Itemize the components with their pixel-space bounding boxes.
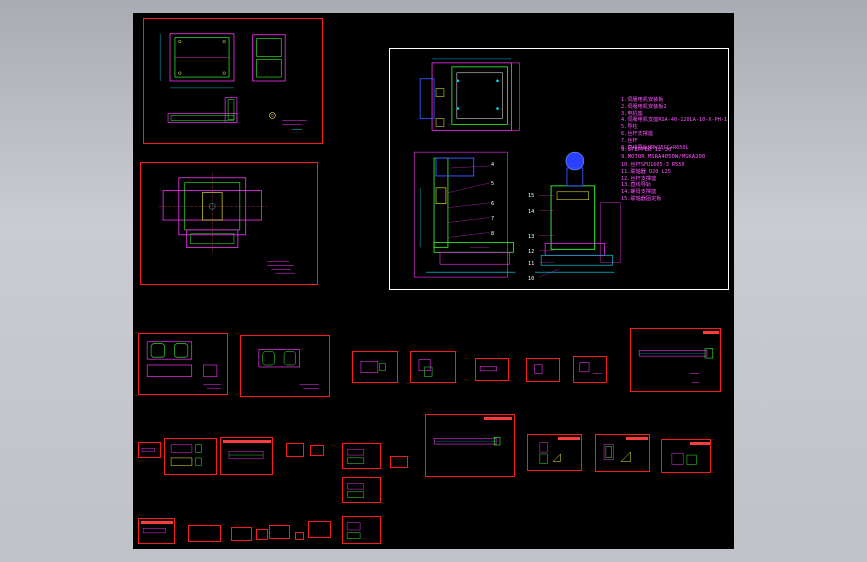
drawing-sheet-detail-p[interactable] — [595, 434, 650, 472]
drawing-sheet-base-part[interactable] — [140, 162, 318, 285]
callout-right: 13 — [528, 234, 535, 240]
lower-note: 11.联轴器 D20 L25 — [621, 168, 671, 175]
base-part-graphic — [159, 172, 295, 274]
detail-r-graphic — [346, 483, 365, 498]
detail-f-graphic — [534, 364, 543, 374]
rod-graphic — [433, 436, 501, 446]
drawing-sheet-detail-i[interactable] — [164, 438, 217, 475]
drawing-sheet-shaft[interactable] — [630, 328, 721, 392]
drawing-sheet-detail-x[interactable] — [269, 525, 290, 539]
detail-p-graphic — [603, 444, 631, 462]
drawing-sheet-detail-b[interactable] — [240, 335, 330, 397]
detail-t-graphic — [142, 528, 166, 534]
detail-s-graphic — [346, 522, 361, 539]
callout-right: 15 — [528, 193, 535, 199]
assembly-note: 7.丝杆 — [621, 137, 638, 144]
drawing-sheet-detail-h[interactable] — [138, 442, 161, 458]
callout-right: 10 — [528, 276, 535, 282]
drawing-sheet-detail-n[interactable] — [390, 456, 408, 468]
drawing-sheet-detail-f[interactable] — [526, 358, 560, 382]
drawing-sheet-detail-q[interactable] — [661, 439, 711, 473]
drawing-sheet-detail-v[interactable] — [231, 527, 252, 541]
drawing-sheet-plan-views[interactable] — [143, 18, 323, 144]
drawing-sheet-detail-l[interactable] — [310, 445, 324, 456]
drawing-sheet-detail-s[interactable] — [342, 516, 381, 544]
callout-right: 14 — [528, 209, 535, 215]
lower-note: 15.联轴器固定板 — [621, 195, 662, 202]
detail-q-graphic — [671, 452, 697, 465]
detail-d-graphic — [418, 359, 433, 377]
lower-notes: 10.丝杆SFU1605-3 R550 11.联轴器 D20 L25 12.丝杆… — [621, 162, 684, 203]
detail-h-graphic — [141, 448, 155, 452]
drawing-sheet-detail-g[interactable] — [573, 356, 607, 383]
drawing-sheet-detail-m[interactable] — [342, 443, 381, 469]
motor-model-label: 9.MOTOR MSRA4050W/MSKA200 — [621, 154, 706, 160]
callout-right: 11 — [528, 261, 535, 267]
stepper-label: 9.STEPPER 12-30 — [621, 147, 672, 153]
detail-e-graphic — [479, 366, 497, 372]
detail-c-graphic — [360, 361, 386, 373]
drawing-sheet-detail-t[interactable] — [138, 518, 175, 544]
callout-left: 6 — [491, 201, 495, 207]
lower-note: 10.丝杆SFU1605-3 R550 — [621, 162, 685, 168]
callout-left: 8 — [491, 231, 495, 237]
detail-j-graphic — [228, 451, 264, 460]
assembly-note: 6.丝杆支撑座 — [621, 130, 654, 137]
drawing-sheet-detail-e[interactable] — [475, 358, 509, 381]
drawing-sheet-detail-w[interactable] — [256, 529, 268, 540]
drawing-sheet-main-assembly[interactable]: 1.伺服电机安装板 2.伺服电机安装板2 3.电机座 4.伺服电机支座RSA-4… — [389, 48, 729, 290]
assembly-note: 1.伺服电机安装板 — [621, 97, 664, 103]
drawing-sheet-detail-c[interactable] — [352, 351, 398, 383]
detail-g-graphic — [579, 362, 603, 374]
drawing-sheet-detail-o[interactable] — [527, 434, 582, 471]
detail-a-graphic — [146, 341, 221, 389]
callout-right: 12 — [528, 249, 535, 255]
shaft-graphic — [638, 348, 714, 383]
lower-note: 14.螺母支撑座 — [621, 189, 657, 196]
callout-left: 5 — [491, 181, 495, 187]
drawing-sheet-detail-a[interactable] — [138, 333, 228, 395]
assembly-notes: 1.伺服电机安装板 2.伺服电机安装板2 3.电机座 4.伺服电机支座RSA-4… — [621, 97, 727, 151]
drawing-sheet-detail-j[interactable] — [220, 437, 273, 475]
drawing-sheet-detail-r[interactable] — [342, 477, 381, 503]
drawing-sheet-detail-z[interactable] — [308, 521, 331, 538]
assembly-note: 2.伺服电机安装板2 — [621, 103, 667, 110]
drawing-sheet-detail-y[interactable] — [295, 532, 304, 540]
detail-b-graphic — [258, 349, 319, 389]
detail-i-graphic — [170, 444, 202, 466]
drawing-sheet-detail-k[interactable] — [286, 443, 304, 457]
plan-views-graphic — [159, 33, 307, 130]
drawing-sheet-detail-d[interactable] — [410, 351, 456, 383]
cad-model-space[interactable]: 1.伺服电机安装板 2.伺服电机安装板2 3.电机座 4.伺服电机支座RSA-4… — [133, 13, 734, 549]
callout-left: 4 — [491, 162, 495, 168]
drawing-sheet-detail-u[interactable] — [188, 525, 221, 542]
drawing-sheet-rod[interactable] — [425, 414, 515, 477]
assembly-note: 5.导柱 — [621, 124, 638, 131]
callout-left: 7 — [491, 216, 495, 222]
detail-m-graphic — [346, 449, 365, 464]
detail-o-graphic — [539, 442, 561, 464]
